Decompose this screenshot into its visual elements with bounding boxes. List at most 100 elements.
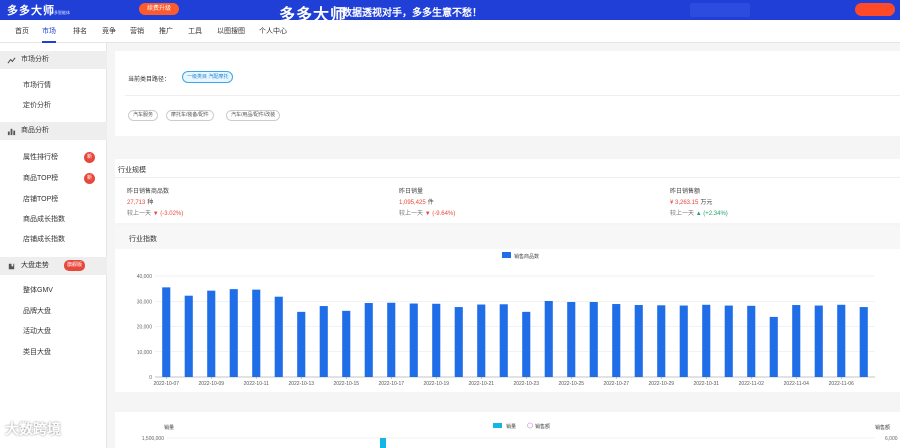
industry-index-header: 行业指数 bbox=[115, 226, 900, 249]
x-tick-label: 2022-11-02 bbox=[739, 381, 764, 387]
sidebar-section-label: 大盘走势 bbox=[21, 262, 49, 269]
banner-action-button[interactable] bbox=[855, 3, 895, 16]
bar bbox=[319, 306, 328, 377]
x-tick-label: 2022-10-11 bbox=[244, 381, 269, 387]
bar bbox=[769, 316, 778, 377]
divider bbox=[125, 95, 900, 96]
sidebar-item-category-market[interactable]: 类目大盘 bbox=[23, 348, 51, 358]
legend-label: 销售商品数 bbox=[514, 253, 539, 260]
nav-item-marketing[interactable]: 营销 bbox=[130, 20, 144, 43]
new-badge: 新 bbox=[84, 173, 95, 184]
bar bbox=[679, 305, 688, 377]
x-tick-label: 2022-10-15 bbox=[333, 381, 359, 387]
industry-scale-title: 行业规模 bbox=[118, 167, 146, 174]
industry-scale-card: 行业规模 昨日销售商品数 27,713 种 较上一天 ▼ (-3.02%) 昨日销… bbox=[115, 159, 900, 223]
brand-subtitle: 多多智能体 bbox=[50, 10, 70, 15]
watermark: 大数跨境 bbox=[5, 421, 61, 437]
y-left-label: 销量 bbox=[164, 424, 174, 431]
nav-item-tools[interactable]: 工具 bbox=[188, 20, 202, 43]
bar bbox=[567, 302, 576, 377]
bar-chart: 销售商品数 0 10,000 20,000 30,000 40,000 2022-10-07… bbox=[137, 252, 875, 387]
metric-value-sales-volume: 1,095,425 件 bbox=[399, 200, 434, 206]
nav-item-promotion[interactable]: 推广 bbox=[159, 20, 173, 43]
bar bbox=[792, 305, 801, 377]
industry-index-title: 行业指数 bbox=[129, 236, 157, 243]
sidebar-item-pricing-analysis[interactable]: 定价分析 bbox=[23, 101, 51, 111]
bar bbox=[702, 304, 711, 377]
bar bbox=[612, 304, 621, 377]
sidebar-item-product-growth[interactable]: 商品成长指数 bbox=[23, 215, 65, 225]
bar bbox=[297, 311, 306, 377]
x-tick-label: 2022-10-09 bbox=[198, 381, 224, 387]
category-tag-motorcycle[interactable]: 摩托车/装备/配件 bbox=[166, 110, 214, 121]
sidebar-item-activity-market[interactable]: 活动大盘 bbox=[23, 327, 51, 337]
legend-swatch-amount bbox=[527, 422, 533, 429]
bar bbox=[522, 311, 531, 377]
bar bbox=[634, 305, 643, 377]
bar bbox=[432, 303, 441, 377]
nav-item-image-search[interactable]: 以图搜图 bbox=[217, 20, 245, 43]
bar bbox=[544, 300, 553, 377]
sales-chart: 销量 销售额销量1,500,000销售额6,000 bbox=[142, 422, 898, 448]
bar bbox=[589, 302, 598, 377]
bar bbox=[342, 310, 351, 377]
sidebar-section-label: 市场分析 bbox=[21, 56, 49, 63]
y-tick-label: 0 bbox=[149, 375, 152, 381]
y-tick-label: 10,000 bbox=[137, 350, 153, 356]
x-tick-label: 2022-10-25 bbox=[558, 381, 584, 387]
nav-item-profile[interactable]: 个人中心 bbox=[259, 20, 287, 43]
new-badge: 新 bbox=[84, 152, 95, 163]
category-tag-auto-parts[interactable]: 汽车/用品/配件/改装 bbox=[226, 110, 281, 121]
nav-item-competition[interactable]: 竞争 bbox=[102, 20, 116, 43]
bar bbox=[207, 290, 216, 377]
bar bbox=[747, 305, 756, 377]
metric-value-sales-amount: ¥ 3,263.15 万元 bbox=[670, 200, 713, 206]
sidebar-item-shop-growth[interactable]: 店铺成长指数 bbox=[23, 235, 65, 245]
bar bbox=[274, 296, 283, 377]
x-tick-label: 2022-10-29 bbox=[648, 381, 674, 387]
category-tag-auto-service[interactable]: 汽车服务 bbox=[128, 110, 159, 121]
sidebar-section-label: 商品分析 bbox=[21, 127, 49, 134]
sales-chart-card: 销量 销售额 销量 1,500,000 销售额 6,000 bbox=[115, 412, 900, 448]
y-tick-label: 40,000 bbox=[137, 274, 153, 280]
bar bbox=[364, 303, 373, 377]
sidebar-item-attribute-ranking[interactable]: 属性排行榜 bbox=[23, 153, 58, 163]
sidebar-item-overall-gmv[interactable]: 整体GMV bbox=[23, 286, 53, 296]
flagship-badge: 旗舰版 bbox=[64, 260, 86, 271]
sidebar-section-market-trend[interactable]: 大盘走势 旗舰版 bbox=[0, 257, 107, 275]
metric-value-products: 27,713 种 bbox=[127, 200, 154, 206]
legend-swatch bbox=[502, 252, 511, 258]
sidebar-item-shop-top[interactable]: 店铺TOP榜 bbox=[23, 195, 58, 205]
puzzle-icon bbox=[7, 257, 16, 278]
y-right-label: 销售额 bbox=[875, 424, 890, 431]
sidebar-section-market-analysis[interactable]: 市场分析 bbox=[0, 51, 107, 69]
x-tick-label: 2022-10-23 bbox=[513, 381, 539, 387]
bar bbox=[477, 304, 486, 377]
trend-icon bbox=[7, 51, 16, 72]
x-tick-label: 2022-10-13 bbox=[288, 381, 314, 387]
bar-chart-icon bbox=[7, 122, 16, 143]
nav-item-market[interactable]: 市场 bbox=[42, 20, 56, 43]
banner-slogan: 数据透视对手，多多生意不愁！ bbox=[342, 8, 482, 19]
bar bbox=[499, 304, 508, 377]
nav-item-home[interactable]: 首页 bbox=[15, 20, 29, 43]
sidebar-item-brand-market[interactable]: 品牌大盘 bbox=[23, 307, 51, 317]
bar bbox=[859, 307, 868, 377]
metric-compare-products: 较上一天 ▼ (-3.02%) bbox=[127, 211, 184, 217]
industry-index-card: 行业指数 销售商品数 0 10,000 20,000 30,000 40,000 2022-… bbox=[115, 226, 900, 392]
brand-logo[interactable]: 多多大师 bbox=[7, 2, 55, 18]
legend-label-amount: 销售额 bbox=[535, 423, 550, 430]
upgrade-button[interactable]: 续费升级 bbox=[139, 3, 179, 15]
bar bbox=[252, 289, 261, 377]
sidebar-item-market-trend[interactable]: 市场行情 bbox=[23, 81, 51, 91]
sidebar-item-product-top[interactable]: 商品TOP榜 bbox=[23, 174, 58, 184]
category-path-tag[interactable]: 一级类目 汽配摩托 bbox=[182, 71, 234, 83]
nav-item-ranking[interactable]: 排名 bbox=[73, 20, 87, 43]
legend-swatch-volume bbox=[493, 423, 502, 428]
bar bbox=[724, 305, 733, 377]
sidebar: 市场分析 市场行情 定价分析 商品分析 属性排行榜 新 商品TOP榜 新 店铺T… bbox=[0, 43, 107, 448]
sidebar-section-product-analysis[interactable]: 商品分析 bbox=[0, 122, 107, 140]
x-tick-label: 2022-10-31 bbox=[693, 381, 719, 387]
top-banner: 多多大师 多多智能体 续费升级 多多大师 数据透视对手，多多生意不愁！ bbox=[0, 0, 900, 24]
x-tick-label: 2022-11-04 bbox=[784, 381, 809, 387]
